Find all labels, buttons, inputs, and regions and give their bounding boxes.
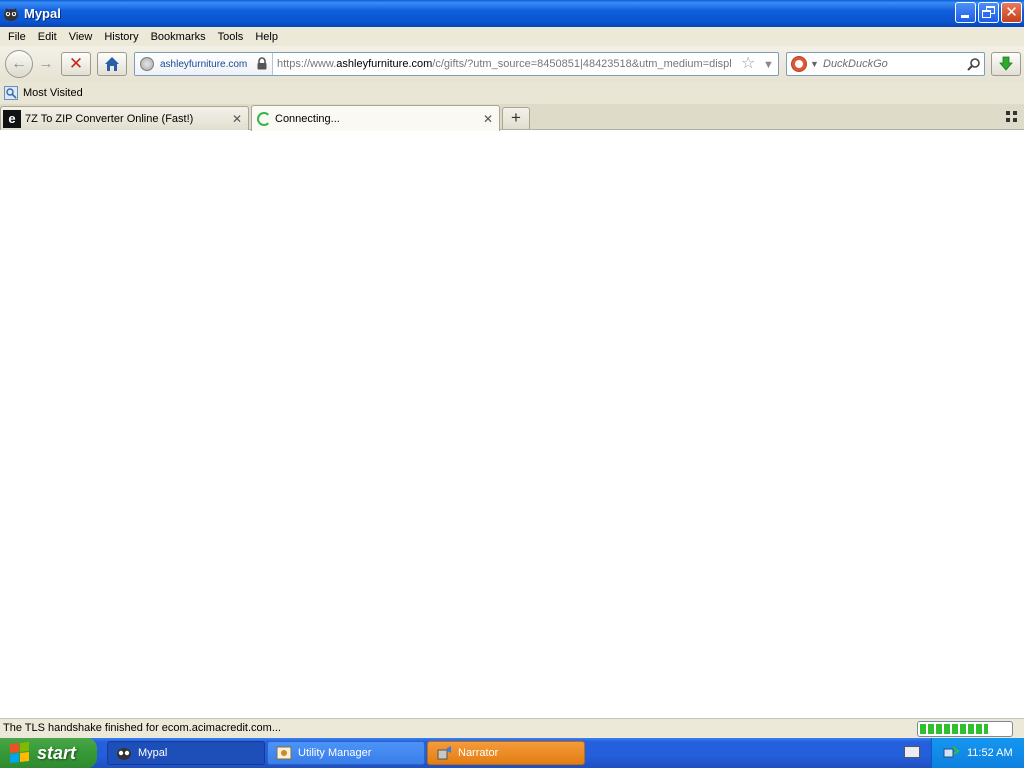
close-button[interactable]: ✕ [1001,2,1022,23]
page-content[interactable] [0,130,1024,718]
minimize-button[interactable] [955,2,976,23]
home-button[interactable] [97,52,127,76]
menu-edit[interactable]: Edit [33,31,62,43]
list-all-tabs-icon[interactable] [1006,111,1018,123]
tab-7z-converter[interactable]: e 7Z To ZIP Converter Online (Fast!) ✕ [0,106,249,130]
home-icon [105,57,119,71]
menu-history[interactable]: History [99,31,143,43]
download-arrow-icon [999,56,1013,71]
globe-icon [140,57,154,71]
menu-bar: File Edit View History Bookmarks Tools H… [0,27,1024,46]
windows-logo-icon [10,742,30,764]
loading-spinner-icon [257,111,271,126]
menu-bookmarks[interactable]: Bookmarks [146,31,211,43]
search-icon[interactable] [967,57,981,71]
minimize-icon [961,15,969,18]
start-label: start [37,742,77,763]
tab-label: Connecting... [275,112,340,125]
keyboard-language-icon[interactable] [904,746,920,758]
taskbar-item-narrator[interactable]: Narrator [427,741,585,765]
utility-manager-icon [276,746,292,760]
ezyzip-favicon-icon: e [3,109,21,128]
tab-strip: e 7Z To ZIP Converter Online (Fast!) ✕ C… [0,104,1024,131]
menu-view[interactable]: View [64,31,98,43]
new-tab-button[interactable]: + [502,107,530,129]
most-visited-icon [4,86,18,100]
page-load-progress [917,721,1013,737]
menu-file[interactable]: File [3,31,31,43]
narrator-icon [437,746,451,760]
site-identity-button[interactable]: ashleyfurniture.com [135,53,273,75]
taskbar-item-label: Narrator [458,747,499,759]
close-icon: ✕ [1005,4,1018,21]
taskbar-item-label: Utility Manager [298,747,372,759]
duckduckgo-icon[interactable] [791,56,807,72]
search-engine-dropdown-icon[interactable]: ▼ [810,55,819,73]
taskbar-item-mypal[interactable]: Mypal [107,741,265,765]
identity-domain: ashleyfurniture.com [160,58,248,70]
tab-close-icon[interactable]: ✕ [482,112,494,126]
lock-icon [257,57,267,70]
screen: Mypal ✕ File Edit View History Bookmarks… [0,0,1024,768]
system-tray: 11:52 AM [931,738,1024,768]
forward-arrow-icon: → [38,55,54,72]
status-text: The TLS handshake finished for ecom.acim… [3,722,281,734]
progress-fill [920,724,988,734]
menu-help[interactable]: Help [250,31,283,43]
taskbar-item-label: Mypal [138,747,168,759]
taskbar: start Mypal Utility Manager Narrator 11:… [0,738,1024,768]
bookmarks-toolbar: Most Visited [0,82,1024,104]
menu-tools[interactable]: Tools [213,31,249,43]
downloads-button[interactable] [991,52,1021,76]
search-bar[interactable]: ▼ [786,52,985,76]
status-bar: The TLS handshake finished for ecom.acim… [0,718,1024,738]
forward-button[interactable]: → [35,54,57,74]
title-bar[interactable]: Mypal ✕ [0,0,1024,27]
tab-label: 7Z To ZIP Converter Online (Fast!) [25,112,194,125]
mypal-app-icon [3,6,19,22]
clock[interactable]: 11:52 AM [967,747,1013,759]
network-icon[interactable] [943,745,960,761]
taskbar-item-utility-manager[interactable]: Utility Manager [267,741,425,765]
plus-icon: + [511,108,521,127]
stop-button[interactable]: ✕ [61,52,91,76]
search-input[interactable] [823,54,963,74]
restore-button[interactable] [978,2,999,23]
most-visited-bookmark[interactable]: Most Visited [23,87,83,99]
tab-connecting[interactable]: Connecting... ✕ [251,105,500,131]
url-text[interactable]: https://www.ashleyfurniture.com/c/gifts/… [277,53,732,75]
bookmark-star-icon[interactable]: ☆ [741,54,755,74]
stop-icon: ✕ [68,54,84,73]
start-button[interactable]: start [0,738,97,768]
back-button[interactable]: ← [5,50,33,78]
tab-close-icon[interactable]: ✕ [231,112,243,126]
url-dropdown-icon[interactable]: ▼ [763,55,774,75]
back-arrow-icon: ← [11,55,27,72]
mypal-app-icon [117,748,131,760]
window-title: Mypal [24,6,61,21]
navigation-toolbar: ← → ✕ ashleyfurniture.com https://www.as… [0,46,1024,82]
url-bar[interactable]: ashleyfurniture.com https://www.ashleyfu… [134,52,779,76]
